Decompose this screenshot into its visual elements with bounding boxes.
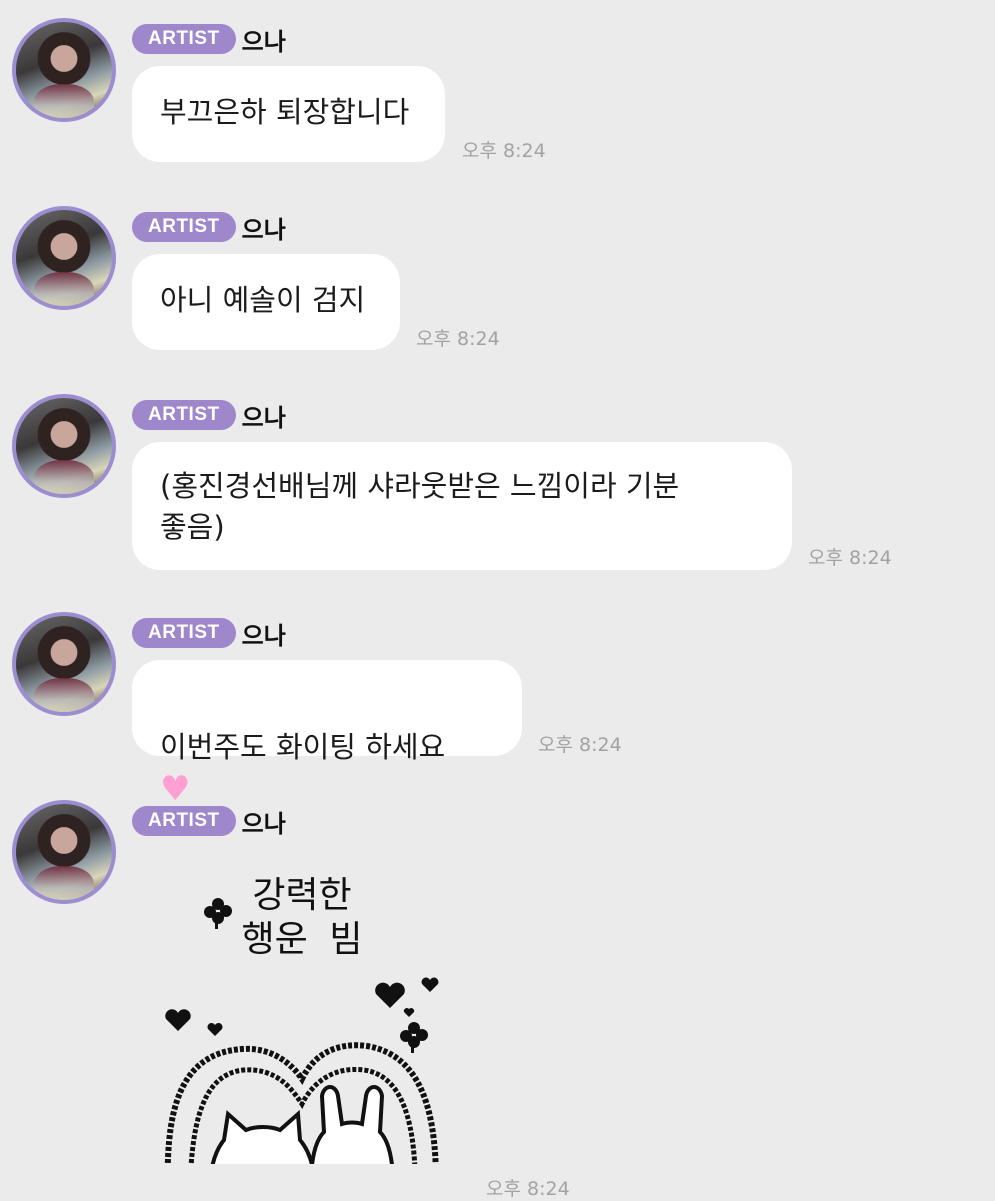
pink-heart-icon: ♥ <box>160 769 191 809</box>
avatar[interactable] <box>12 18 116 122</box>
sticker-image[interactable]: 강력한 행운 빔 <box>152 874 452 1164</box>
sender-name: 으나 <box>241 621 286 650</box>
message-bubble[interactable]: (홍진경선배님께 샤라웃받은 느낌이라 기분 좋음) <box>132 442 792 570</box>
clover-icon <box>204 898 232 929</box>
message-text: 이번주도 화이팅 하세요 <box>160 730 446 764</box>
message-time: 오후 8:24 <box>538 734 622 756</box>
avatar[interactable] <box>12 800 116 904</box>
message-header: ARTIST 으나 <box>132 618 286 650</box>
message-header: ARTIST 으나 <box>132 400 286 432</box>
message-header: ARTIST 으나 <box>132 24 286 56</box>
message-bubble[interactable]: 부끄은하 퇴장합니다 <box>132 66 445 162</box>
heart-icon <box>165 977 439 1036</box>
clover-icon <box>400 1022 428 1053</box>
artist-badge: ARTIST <box>132 806 236 836</box>
message-bubble[interactable]: 이번주도 화이팅 하세요 ♥ <box>132 660 522 806</box>
message-time: 오후 8:24 <box>416 328 500 350</box>
artist-badge: ARTIST <box>132 212 236 242</box>
rabbit-icon <box>310 1085 394 1164</box>
avatar[interactable] <box>12 206 116 310</box>
message-time: 오후 8:24 <box>462 140 546 162</box>
avatar[interactable] <box>12 394 116 498</box>
sticker-art <box>164 898 439 1164</box>
message-time: 오후 8:24 <box>808 547 892 569</box>
sender-name: 으나 <box>241 215 286 244</box>
message-header: ARTIST 으나 <box>132 806 286 838</box>
message-bubble[interactable]: 아니 예솔이 검지 <box>132 254 400 350</box>
avatar[interactable] <box>12 612 116 716</box>
sender-name: 으나 <box>241 809 286 838</box>
cat-icon <box>210 1109 314 1164</box>
artist-badge: ARTIST <box>132 24 236 54</box>
artist-badge: ARTIST <box>132 618 236 648</box>
message-time: 오후 8:24 <box>486 1178 570 1200</box>
artist-badge: ARTIST <box>132 400 236 430</box>
sender-name: 으나 <box>241 27 286 56</box>
sender-name: 으나 <box>241 403 286 432</box>
message-header: ARTIST 으나 <box>132 212 286 244</box>
